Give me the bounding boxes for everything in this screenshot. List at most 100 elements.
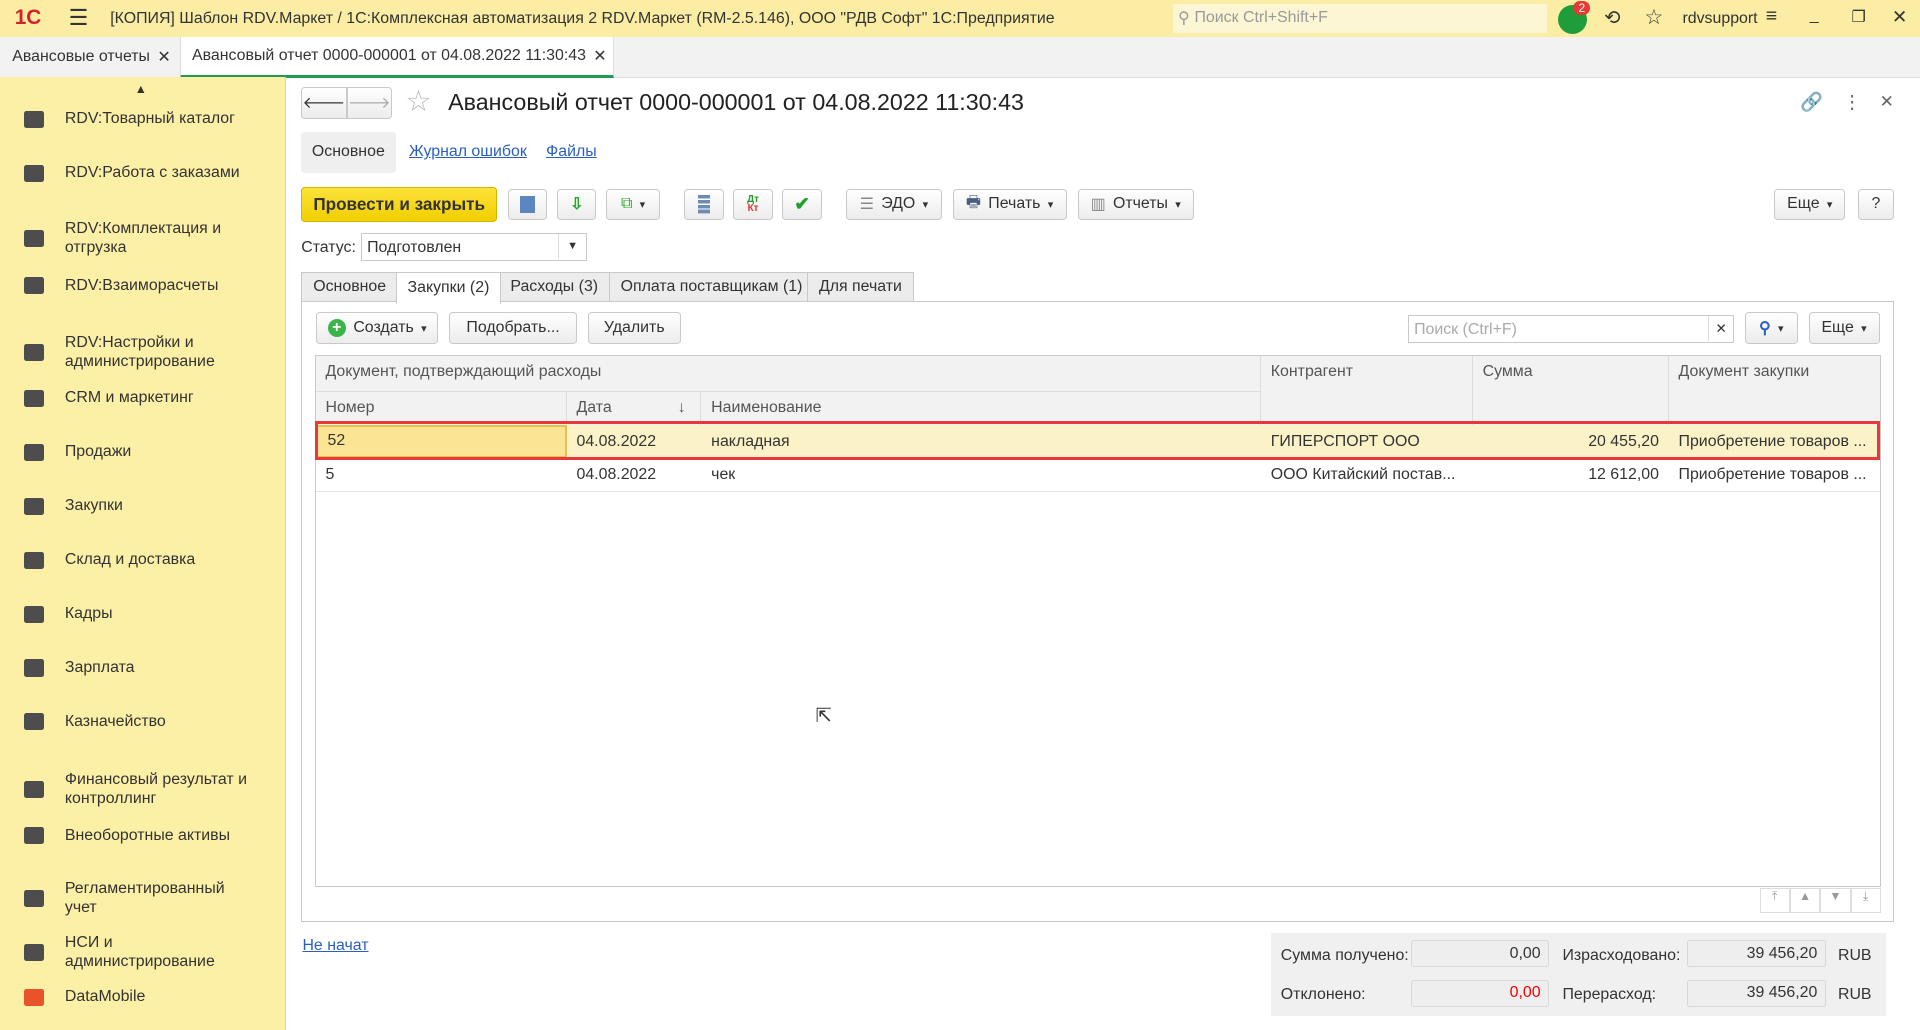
scroll-down-icon[interactable]: ▼ bbox=[1820, 887, 1851, 914]
sidebar-item[interactable]: Закупки bbox=[0, 497, 285, 515]
scroll-first-icon[interactable]: ⤒ bbox=[1759, 887, 1790, 914]
post-button[interactable]: ⇩ bbox=[557, 188, 597, 221]
close-form-icon[interactable]: ✕ bbox=[1880, 91, 1894, 112]
clear-search-icon[interactable]: ✕ bbox=[1707, 315, 1733, 342]
minimize-icon[interactable]: _ bbox=[1810, 7, 1819, 25]
sidebar-item[interactable]: RDV:Работа с заказами bbox=[0, 164, 285, 182]
nav-files[interactable]: Файлы bbox=[546, 143, 597, 161]
dropdown-caret-icon: ▾ bbox=[421, 322, 427, 335]
restore-icon[interactable]: ❐ bbox=[1851, 7, 1865, 27]
favorites-star-icon[interactable]: ☆ bbox=[1645, 5, 1664, 30]
save-button[interactable] bbox=[508, 188, 548, 221]
column-header-counterparty[interactable]: Контрагент bbox=[1261, 356, 1473, 425]
sidebar-item[interactable]: RDV:Товарный каталог bbox=[0, 110, 285, 128]
table-cell[interactable]: чек bbox=[701, 458, 1261, 491]
processing-state-link[interactable]: Не начат bbox=[302, 937, 368, 955]
table-more-button[interactable]: Еще ▾ bbox=[1808, 312, 1880, 345]
tab-advance-reports[interactable]: Авансовые отчеты ✕ bbox=[0, 37, 179, 77]
help-button[interactable]: ? bbox=[1857, 188, 1895, 221]
sidebar-item[interactable]: Регламентированный учет bbox=[0, 880, 285, 917]
tab-expenses[interactable]: Расходы (3) bbox=[498, 271, 611, 302]
overspend-field: 39 456,20 bbox=[1687, 979, 1826, 1007]
check-button[interactable]: ✔ bbox=[782, 188, 822, 221]
sidebar-item[interactable]: RDV:Настройки и администрирование bbox=[0, 334, 285, 371]
scroll-last-icon[interactable]: ⤓ bbox=[1850, 887, 1881, 914]
table-cell[interactable]: 5 bbox=[316, 458, 567, 491]
close-tab-icon[interactable]: ✕ bbox=[157, 47, 170, 67]
table-cell[interactable]: 12 612,00 bbox=[1473, 458, 1669, 491]
tab-main[interactable]: Основное bbox=[301, 271, 399, 302]
table-cell[interactable]: Приобретение товаров ... bbox=[1669, 458, 1880, 491]
section-icon bbox=[24, 497, 45, 515]
sidebar-item[interactable]: Казначейство bbox=[0, 713, 285, 731]
edo-button[interactable]: ☰ ЭДО ▾ bbox=[846, 188, 942, 221]
create-button[interactable]: + Создать ▾ bbox=[315, 312, 439, 345]
nav-main[interactable]: Основное bbox=[301, 132, 396, 173]
global-search-input[interactable]: ⚲ Поиск Ctrl+Shift+F bbox=[1173, 3, 1547, 34]
sidebar-item[interactable]: Зарплата bbox=[0, 659, 285, 677]
sidebar-item[interactable]: Кадры bbox=[0, 605, 285, 623]
tab-label: Оплата поставщикам (1) bbox=[620, 278, 803, 296]
menu-icon[interactable]: ☰ bbox=[69, 5, 89, 31]
tab-advance-report-document[interactable]: Авансовый отчет 0000-000001 от 04.08.202… bbox=[180, 36, 615, 78]
section-icon bbox=[24, 988, 45, 1006]
create-based-on-button[interactable]: ⧉ ▾ bbox=[606, 188, 660, 221]
sidebar-item-label: НСИ и администрирование bbox=[64, 934, 215, 970]
currency-label: RUB bbox=[1837, 946, 1872, 964]
search-button[interactable]: ⚲ ▾ bbox=[1744, 312, 1798, 345]
column-header-date[interactable]: Дата ↓ bbox=[566, 391, 702, 425]
history-icon[interactable]: ⟲ bbox=[1604, 6, 1620, 30]
print-button[interactable]: 🖶 Печать ▾ bbox=[952, 188, 1067, 221]
close-window-icon[interactable]: ✕ bbox=[1892, 6, 1907, 28]
sidebar-item-label: Казначейство bbox=[64, 712, 166, 730]
sidebar-item[interactable]: RDV:Взаиморасчеты bbox=[0, 277, 285, 295]
tab-label: Расходы (3) bbox=[510, 278, 599, 296]
scroll-up-icon[interactable]: ▲ bbox=[1789, 887, 1821, 914]
forward-button[interactable]: 🡒 bbox=[346, 86, 392, 119]
pick-button[interactable]: Подобрать... bbox=[449, 312, 577, 345]
sidebar-item[interactable]: DataMobile bbox=[0, 988, 285, 1006]
sidebar-item-label: RDV:Работа с заказами bbox=[64, 164, 240, 182]
table-search-input[interactable]: Поиск (Ctrl+F) ✕ bbox=[1408, 314, 1734, 343]
more-vertical-icon[interactable]: ⋮ bbox=[1843, 91, 1861, 113]
dropdown-caret-icon[interactable]: ▼ bbox=[558, 233, 586, 260]
section-icon bbox=[24, 890, 45, 908]
table-cell[interactable]: ООО Китайский постав... bbox=[1261, 458, 1473, 491]
settings-menu-icon[interactable]: ≡ bbox=[1766, 5, 1777, 28]
column-header-amount[interactable]: Сумма bbox=[1472, 356, 1669, 425]
dropdown-caret-icon: ▾ bbox=[1175, 198, 1181, 211]
sidebar-item[interactable]: Склад и доставка bbox=[0, 551, 285, 569]
reports-button[interactable]: ▥ Отчеты ▾ bbox=[1077, 188, 1194, 221]
user-name[interactable]: rdvsupport bbox=[1682, 10, 1757, 28]
sidebar-item[interactable]: Внеоборотные активы bbox=[0, 827, 285, 845]
delete-button[interactable]: Удалить bbox=[587, 312, 681, 345]
more-button[interactable]: Еще ▾ bbox=[1774, 188, 1846, 221]
tab-purchases[interactable]: Закупки (2) bbox=[395, 271, 502, 304]
sidebar-item[interactable]: Продажи bbox=[0, 443, 285, 462]
section-icon bbox=[24, 781, 45, 799]
table-row[interactable]: 5 04.08.2022 чек ООО Китайский постав... 12 … bbox=[315, 458, 1880, 492]
column-header-name[interactable]: Наименование bbox=[701, 391, 1261, 425]
scroll-up-icon[interactable]: ▲ bbox=[135, 82, 147, 96]
tab-supplier-payments[interactable]: Оплата поставщикам (1) bbox=[608, 271, 815, 302]
sidebar-item[interactable]: RDV:Комплектация и отгрузка bbox=[0, 220, 285, 257]
sidebar-item-label: Закупки bbox=[64, 497, 123, 515]
link-icon[interactable]: 🔗 bbox=[1800, 91, 1823, 113]
column-header-number[interactable]: Номер bbox=[315, 391, 567, 425]
dt-kt-button[interactable]: Дт Кт bbox=[733, 188, 773, 221]
close-tab-icon[interactable]: ✕ bbox=[593, 46, 606, 66]
post-and-close-button[interactable]: Провести и закрыть bbox=[301, 187, 498, 222]
sidebar-item[interactable]: CRM и маркетинг bbox=[0, 389, 285, 408]
table-cell[interactable]: 04.08.2022 bbox=[567, 458, 702, 491]
column-header-purchase-doc[interactable]: Документ закупки bbox=[1668, 356, 1880, 425]
dropdown-caret-icon: ▾ bbox=[1826, 198, 1833, 211]
sidebar-item[interactable]: НСИ и администрирование bbox=[0, 934, 285, 971]
structure-button[interactable] bbox=[684, 188, 724, 221]
sidebar-item[interactable]: Финансовый результат и контроллинг bbox=[0, 771, 285, 808]
more-label: Еще bbox=[1821, 319, 1854, 337]
nav-error-log[interactable]: Журнал ошибок bbox=[409, 143, 527, 161]
back-button[interactable]: 🡐 bbox=[301, 86, 347, 119]
favorite-star-icon[interactable]: ☆ bbox=[405, 84, 431, 119]
tab-for-print[interactable]: Для печати bbox=[806, 271, 914, 302]
status-select[interactable]: Подготовлен ▼ bbox=[361, 232, 587, 261]
